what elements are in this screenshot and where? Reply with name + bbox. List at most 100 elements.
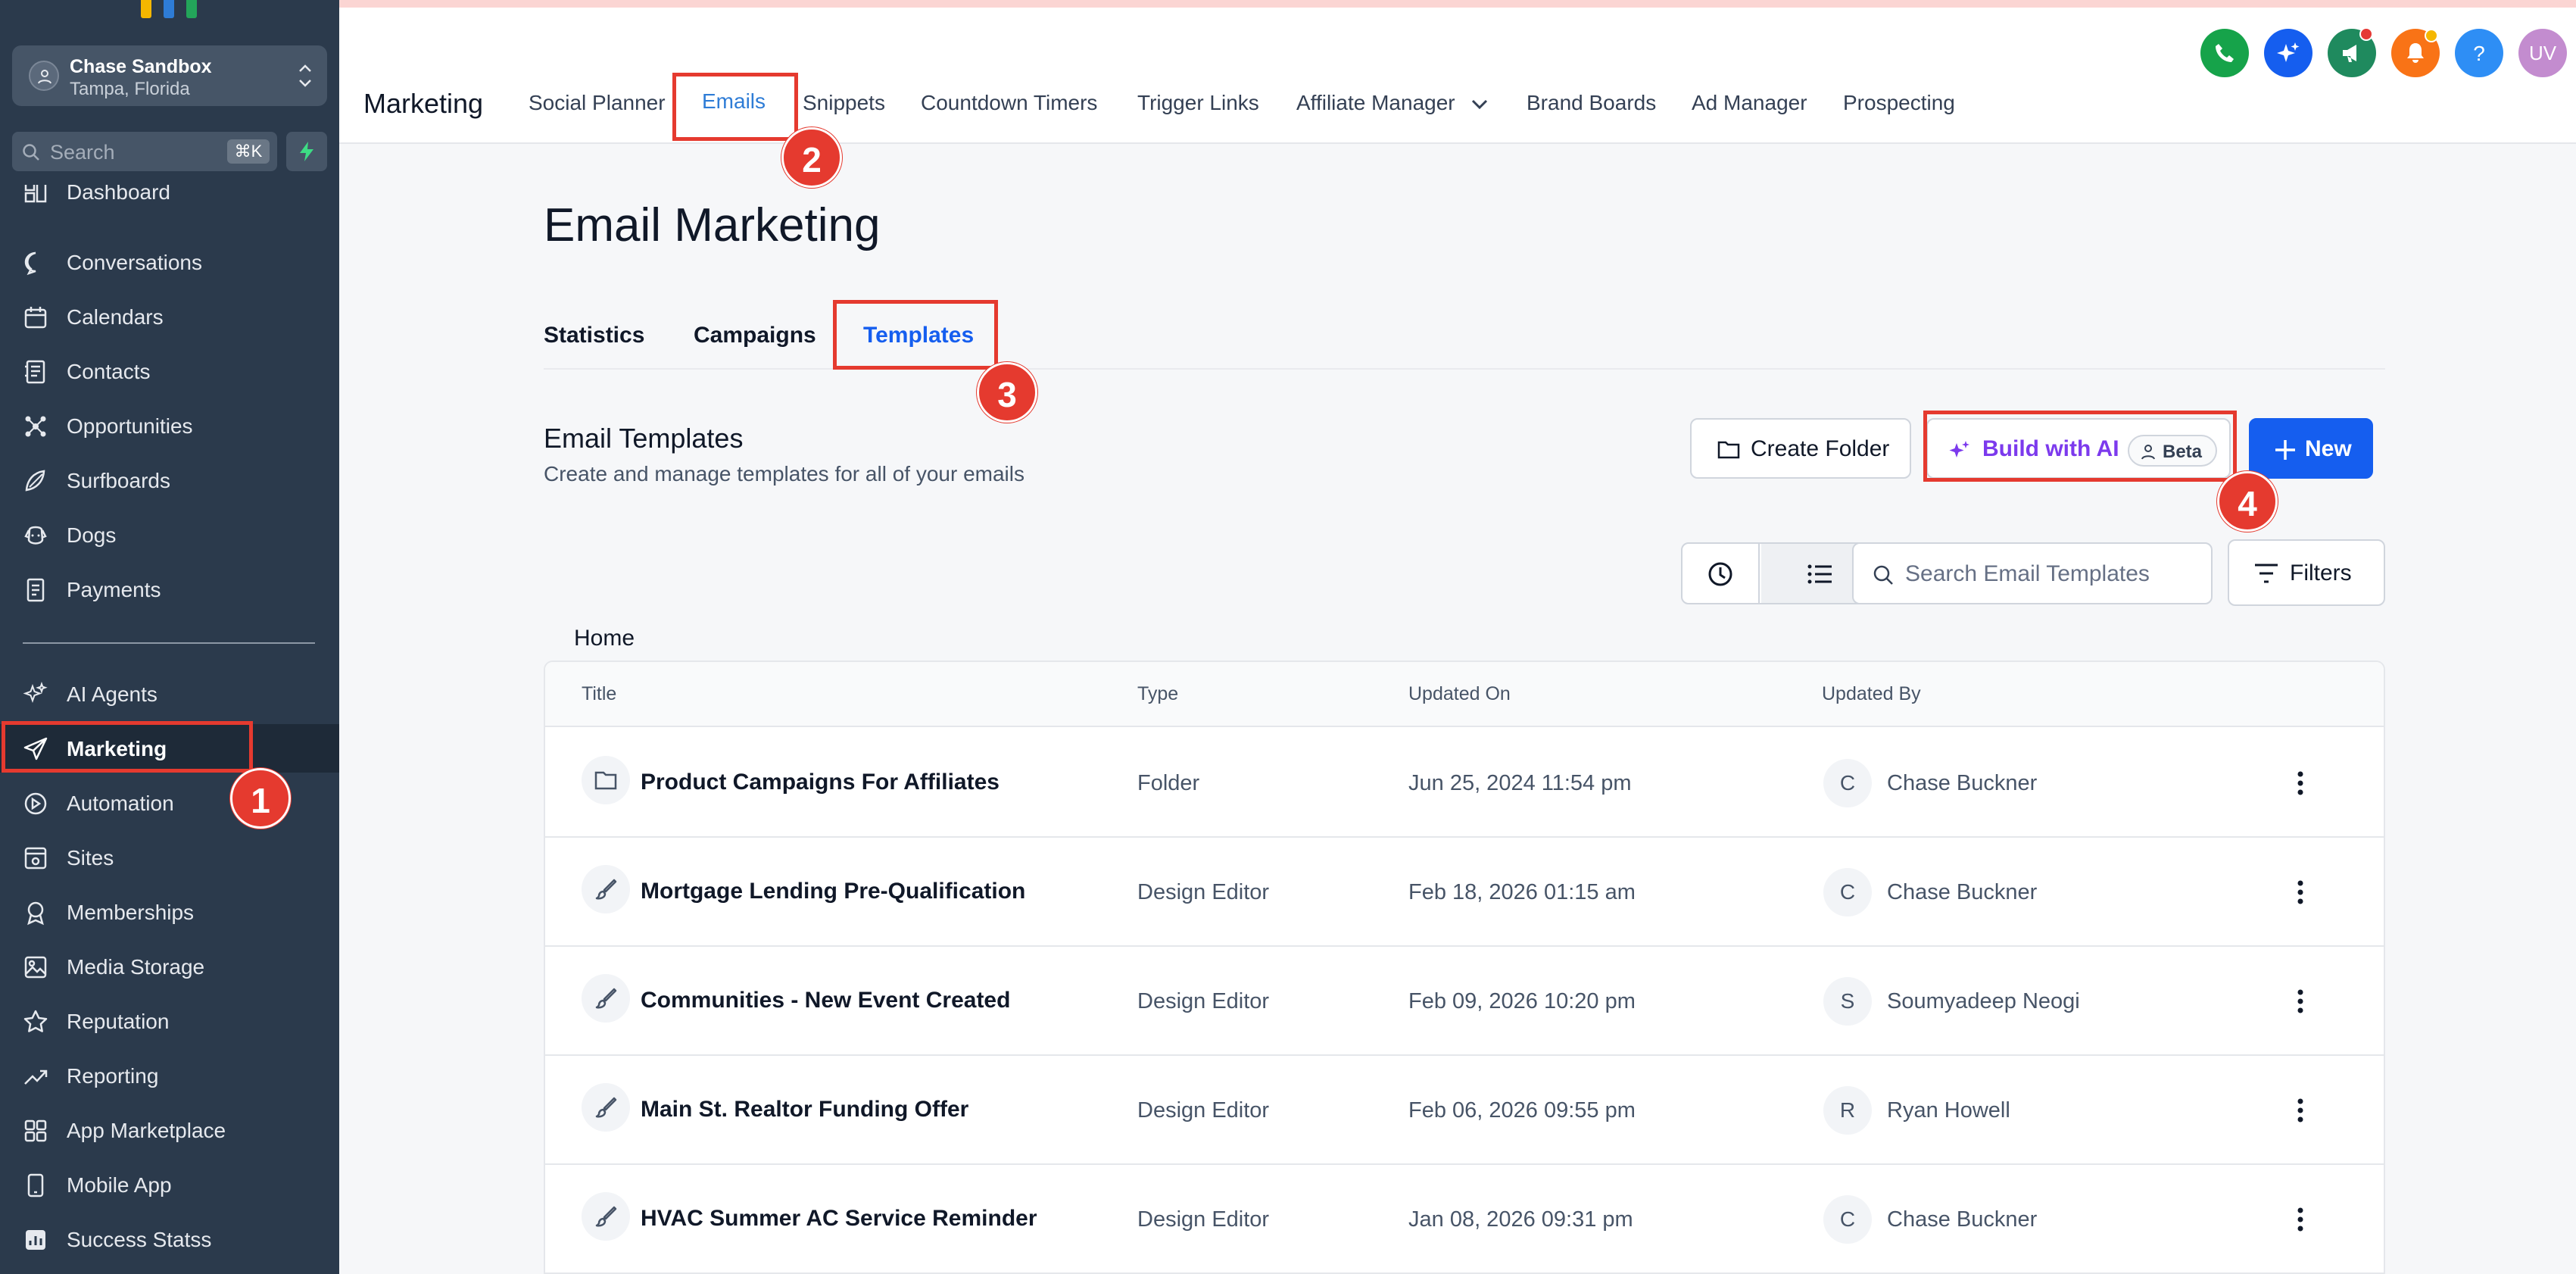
header-title: Marketing [363,88,484,119]
sidebar-item-ai-agents[interactable]: AI Agents [0,670,339,718]
row-title[interactable]: Mortgage Lending Pre-Qualification [641,879,1025,904]
table-row[interactable]: HVAC Summer AC Service Reminder Design Ed… [545,1165,2384,1274]
sidebar-item-media-storage[interactable]: Media Storage [0,942,339,991]
help-button[interactable]: ? [2455,29,2503,77]
topnav-prospecting[interactable]: Prospecting [1843,91,1955,115]
phone-button[interactable] [2200,29,2249,77]
new-template-button[interactable]: New [2249,418,2373,479]
folder-type-icon [582,756,630,804]
tabs-divider [544,368,2385,370]
grid-icon [24,1119,47,1142]
sidebar-item-reporting[interactable]: Reporting [0,1051,339,1100]
more-options-icon[interactable] [2279,980,2322,1023]
sidebar-item-mobile-app[interactable]: Mobile App [0,1160,339,1209]
top-banner-strip [339,0,2576,8]
notifications-button[interactable] [2391,29,2440,77]
announcements-button[interactable] [2328,27,2376,77]
topnav-ad-manager[interactable]: Ad Manager [1692,91,1807,115]
recent-view-toggle[interactable] [1683,544,1760,603]
quick-action-button[interactable] [286,132,327,171]
more-options-icon[interactable] [2279,762,2322,804]
row-title[interactable]: HVAC Summer AC Service Reminder [641,1206,1037,1232]
highlight-marketing [2,721,253,773]
col-updated-on: Updated On [1408,683,1511,704]
row-title[interactable]: Product Campaigns For Affiliates [641,770,1000,795]
account-switcher[interactable]: Chase Sandbox Tampa, Florida [12,45,327,106]
row-updated-on: Feb 09, 2026 10:20 pm [1408,989,1636,1013]
sidebar-item-label: Conversations [67,251,202,274]
topnav-trigger-links[interactable]: Trigger Links [1137,91,1259,115]
filters-label: Filters [2290,560,2352,585]
table-row[interactable]: Product Campaigns For Affiliates Folder Ju… [545,729,2384,838]
sidebar-item-opportunities[interactable]: Opportunities [0,401,339,450]
topnav-countdown-timers[interactable]: Countdown Timers [921,91,1097,115]
notification-dot [2359,27,2373,41]
tab-statistics[interactable]: Statistics [544,323,644,348]
table-row[interactable]: Main St. Realtor Funding Offer Design Edi… [545,1056,2384,1165]
sidebar-item-label: Sites [67,846,114,870]
folder-icon [1717,441,1740,459]
sidebar-item-label: Automation [67,792,174,815]
image-icon [24,956,47,979]
table-row[interactable]: Communities - New Event Created Design Ed… [545,947,2384,1056]
create-folder-button[interactable]: Create Folder [1690,418,1911,479]
sidebar-item-surfboards[interactable]: Surfboards [0,456,339,504]
sidebar-item-calendars[interactable]: Calendars [0,292,339,341]
sidebar-item-label: Calendars [67,305,164,329]
updater-avatar: C [1823,868,1872,916]
app-logo [141,0,198,18]
sidebar-item-success-statss[interactable]: Success Statss [0,1215,339,1263]
lightning-icon [300,142,313,161]
search-icon [23,144,39,161]
row-updated-on: Jan 08, 2026 09:31 pm [1408,1207,1633,1232]
network-icon [25,416,46,437]
sidebar-item-sites[interactable]: Sites [0,833,339,882]
invoice-icon [27,578,45,602]
template-search-box[interactable] [1852,542,2213,604]
megaphone-icon [2343,45,2356,62]
search-shortcut-badge: ⌘K [227,139,270,164]
row-title[interactable]: Communities - New Event Created [641,988,1010,1013]
topnav-brand-boards[interactable]: Brand Boards [1527,91,1656,115]
topnav-snippets[interactable]: Snippets [803,91,885,115]
updater-avatar: C [1823,759,1872,807]
sidebar-item-app-marketplace[interactable]: App Marketplace [0,1106,339,1154]
chevron-down-icon[interactable] [1470,98,1489,111]
row-updated-on: Feb 06, 2026 09:55 pm [1408,1098,1636,1123]
filters-button[interactable]: Filters [2228,539,2385,606]
star-icon [23,1010,48,1032]
question-mark-icon: ? [2473,42,2485,65]
template-search-input[interactable] [1905,556,2200,592]
sidebar-item-dashboard[interactable]: Dashboard [0,185,339,215]
row-updated-on: Feb 18, 2026 01:15 am [1408,880,1636,904]
topnav-social-planner[interactable]: Social Planner [529,91,666,115]
paintbrush-icon [595,1206,617,1227]
sidebar-item-memberships[interactable]: Memberships [0,888,339,936]
col-type: Type [1137,683,1179,704]
ai-assistant-button[interactable] [2264,29,2312,77]
tab-campaigns[interactable]: Campaigns [694,323,816,348]
sidebar-item-contacts[interactable]: Contacts [0,347,339,395]
table-row[interactable]: Mortgage Lending Pre-Qualification Design… [545,838,2384,947]
sidebar-item-label: Mobile App [67,1173,172,1197]
more-options-icon[interactable] [2279,1089,2322,1132]
stats-icon [26,1230,45,1250]
sites-icon [24,847,47,870]
sidebar-item-conversations[interactable]: Conversations [0,238,339,286]
more-options-icon[interactable] [2279,871,2322,913]
updater-avatar: C [1823,1195,1872,1244]
user-avatar[interactable]: UV [2518,29,2567,77]
chat-bubble-icon [24,251,36,276]
sidebar-item-label: Success Statss [67,1228,212,1251]
sidebar-item-label: AI Agents [67,682,157,706]
sidebar-item-payments[interactable]: Payments [0,565,339,614]
sidebar-item-reputation[interactable]: Reputation [0,997,339,1045]
row-title[interactable]: Main St. Realtor Funding Offer [641,1097,968,1123]
sidebar-search[interactable]: Search ⌘K [12,132,277,171]
section-subtitle: Create and manage templates for all of y… [544,462,1024,486]
col-updated-by: Updated By [1822,683,1921,704]
breadcrumb[interactable]: Home [574,626,635,651]
more-options-icon[interactable] [2279,1198,2322,1241]
topnav-affiliate-manager[interactable]: Affiliate Manager [1296,91,1455,115]
sidebar-item-dogs[interactable]: Dogs [0,511,339,559]
